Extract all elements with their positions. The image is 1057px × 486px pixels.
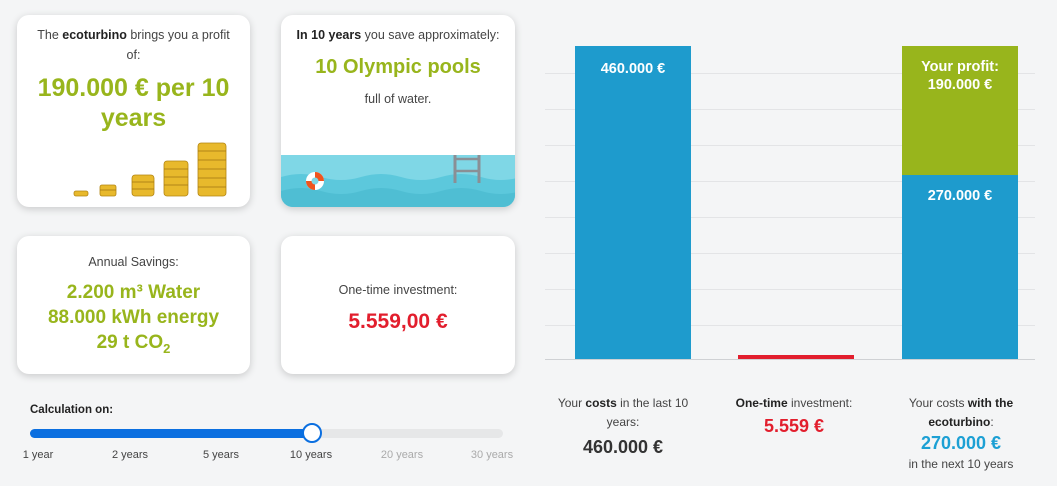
caption-with-ecoturbino: Your costs with the ecoturbino: 270.000 …: [888, 394, 1034, 474]
caption-with-bold1: with the: [967, 396, 1014, 410]
period-option[interactable]: 20 years: [381, 449, 423, 461]
bar-profit-value: 190.000 €: [927, 77, 993, 93]
co2-prefix: 29 t CO: [96, 332, 164, 353]
bar-profit-title: Your profit:: [921, 59, 999, 75]
water-savings: 2.200 m³ Water: [66, 282, 201, 303]
period-option[interactable]: 10 years: [290, 449, 332, 461]
calculation-label: Calculation on:: [30, 404, 114, 416]
bar-costs-with-ecoturbino: 270.000 €: [902, 175, 1018, 359]
period-option[interactable]: 1 year: [23, 449, 54, 461]
bar-costs-last-10-years: 460.000 €: [575, 46, 691, 359]
cost-comparison-chart: 460.000 € 270.000 € Your profit: 190.000…: [545, 15, 1035, 360]
co2-subscript: 2: [163, 340, 171, 356]
period-option[interactable]: 5 years: [203, 449, 239, 461]
annual-title: Annual Savings:: [88, 255, 179, 269]
caption-invest-post: investment:: [787, 396, 853, 410]
caption-investment: One-time investment: 5.559 €: [716, 394, 872, 436]
profit-intro-post: brings you a profit of:: [126, 28, 230, 62]
brand-name: ecoturbino: [62, 28, 127, 42]
pools-intro: In 10 years you save approximately:: [281, 25, 515, 45]
profit-value: 190.000 € per 10 years: [37, 74, 230, 132]
period-slider-handle[interactable]: [302, 423, 323, 443]
chart-baseline: [545, 359, 1035, 360]
annual-savings-card: Annual Savings: 2.200 m³ Water 88.000 kW…: [17, 236, 250, 374]
caption-with-brand: ecoturbino: [928, 415, 991, 429]
pools-intro-bold: In 10 years: [296, 28, 362, 42]
caption-invest-bold: One-time: [735, 396, 788, 410]
period-option[interactable]: 30 years: [471, 449, 513, 461]
pools-card: In 10 years you save approximately: 10 O…: [281, 15, 515, 207]
caption-costs-value: 460.000 €: [582, 437, 664, 457]
caption-costs-bold: costs: [585, 396, 617, 410]
period-slider-track[interactable]: [30, 429, 503, 438]
bar-with-label: 270.000 €: [927, 188, 993, 205]
caption-with-post: :: [990, 415, 994, 429]
caption-costs-post: in the last 10 years:: [606, 396, 689, 429]
caption-costs: Your costs in the last 10 years: 460.000…: [548, 394, 698, 457]
coin-stacks-icon: [73, 142, 227, 197]
bar-costs-label: 460.000 €: [600, 61, 666, 77]
co2-savings: 29 t CO2: [17, 330, 250, 361]
caption-costs-pre: Your: [557, 396, 586, 410]
energy-savings: 88.000 kWh energy: [47, 307, 220, 328]
caption-with-sub: in the next 10 years: [908, 457, 1014, 471]
caption-invest-value: 5.559 €: [763, 416, 825, 436]
pools-sub: full of water.: [364, 92, 432, 106]
caption-with-value: 270.000 €: [920, 433, 1002, 453]
investment-card: One-time investment: 5.559,00 €: [281, 236, 515, 374]
caption-with-pre: Your costs: [908, 396, 968, 410]
profit-intro: The ecoturbino brings you a profit of:: [17, 25, 250, 65]
swimming-pool-icon: [281, 155, 515, 207]
investment-title: One-time investment:: [338, 283, 458, 297]
profit-intro-pre: The: [37, 28, 63, 42]
profit-card: The ecoturbino brings you a profit of: 1…: [17, 15, 250, 207]
bar-profit: Your profit: 190.000 €: [902, 46, 1018, 176]
period-slider-fill: [30, 429, 313, 438]
period-option[interactable]: 2 years: [112, 449, 148, 461]
pools-intro-rest: you save approximately:: [361, 28, 500, 42]
investment-value: 5.559,00 €: [348, 310, 448, 333]
pools-value: 10 Olympic pools: [315, 56, 481, 78]
